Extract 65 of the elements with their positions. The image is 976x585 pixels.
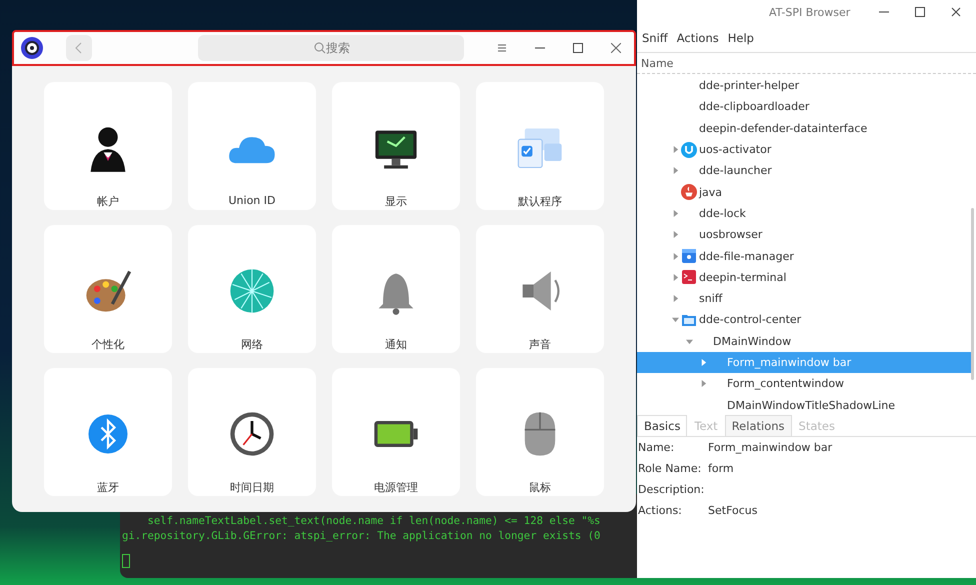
text-cursor: [122, 554, 130, 568]
terminal-line: self.nameTextLabel.set_text(node.name if len(node.name) <= 128 else "%s: [146, 515, 600, 527]
chevron-left-icon: [75, 42, 83, 54]
caret-right-icon[interactable]: [672, 274, 678, 281]
property-label: Name:: [638, 441, 676, 454]
property-value: Form_mainwindow bar: [708, 441, 832, 454]
settings-tile[interactable]: 默认程序: [476, 82, 604, 210]
minimize-icon: [879, 11, 889, 13]
settings-tile[interactable]: 显示: [332, 82, 460, 210]
caret-right-icon[interactable]: [672, 231, 678, 238]
caret-down-icon[interactable]: [672, 316, 678, 324]
terminal-icon: [681, 269, 697, 286]
cup-icon: [681, 184, 697, 200]
menu-item[interactable]: Sniff: [639, 29, 671, 47]
close-icon: [951, 7, 961, 17]
maximize-icon: [915, 7, 925, 17]
u-logo-icon: [681, 142, 697, 158]
settings-tile[interactable]: Union ID: [188, 82, 316, 210]
window-title: AT-SPI Browser: [769, 6, 850, 18]
tree-item[interactable]: dde-launcher: [637, 160, 972, 182]
tab[interactable]: Basics: [637, 415, 688, 436]
folder-icon: [681, 248, 697, 264]
terminal-line: gi.repository.GLib.GError: atspi_error: The application no longer exists (0: [122, 530, 600, 542]
maximize-icon: [573, 43, 583, 53]
settings-tile[interactable]: 声音: [476, 225, 604, 353]
back-button[interactable]: [66, 35, 92, 61]
search-field[interactable]: 搜索: [198, 35, 464, 61]
minimize-icon: [535, 47, 545, 49]
caret-right-icon[interactable]: [700, 380, 706, 388]
close-icon: [611, 43, 621, 53]
menu-item[interactable]: Help: [724, 29, 757, 47]
caret-right-icon[interactable]: [672, 252, 678, 260]
settings-tile[interactable]: 时间日期: [188, 368, 316, 496]
property-label: Actions:: [638, 504, 683, 517]
settings-tile[interactable]: 通知: [332, 225, 460, 353]
tree-item[interactable]: dde-clipboardloader: [637, 96, 972, 118]
caret-right-icon[interactable]: [700, 359, 706, 366]
caret-right-icon[interactable]: [672, 146, 678, 154]
tree-item[interactable]: java: [637, 181, 972, 203]
menu-icon: [497, 43, 507, 53]
scrollbar[interactable]: [971, 208, 974, 380]
caret-right-icon[interactable]: [672, 295, 678, 302]
settings-tile[interactable]: 电源管理: [332, 368, 460, 496]
settings-tile[interactable]: 蓝牙: [44, 368, 172, 496]
settings-tile[interactable]: 网络: [188, 225, 316, 353]
tree-item[interactable]: DMainWindowTitleShadowLine: [637, 394, 972, 416]
tree-item[interactable]: dde-printer-helper: [637, 75, 972, 96]
column-header: Name: [641, 56, 674, 70]
property-label: Role Name:: [638, 462, 702, 475]
settings-tile[interactable]: 帐户: [44, 82, 172, 210]
menu-item[interactable]: Actions: [674, 29, 722, 47]
caret-down-icon[interactable]: [686, 338, 692, 345]
tree-item[interactable]: deepin-terminal: [637, 266, 972, 288]
search-icon: [314, 42, 326, 54]
tab[interactable]: Relations: [724, 415, 792, 436]
property-value: form: [708, 462, 734, 475]
tree-item[interactable]: dde-file-manager: [637, 245, 972, 267]
tree-item[interactable]: uos-activator: [637, 138, 972, 160]
caret-right-icon[interactable]: [672, 210, 678, 217]
tree-item[interactable]: deepin-defender-datainterface: [637, 118, 972, 139]
caret-right-icon[interactable]: [672, 167, 678, 174]
property-value: SetFocus: [708, 504, 758, 517]
settings-tile[interactable]: 鼠标: [476, 368, 604, 496]
settings-tile[interactable]: 个性化: [44, 225, 172, 353]
property-label: Description:: [638, 483, 706, 496]
